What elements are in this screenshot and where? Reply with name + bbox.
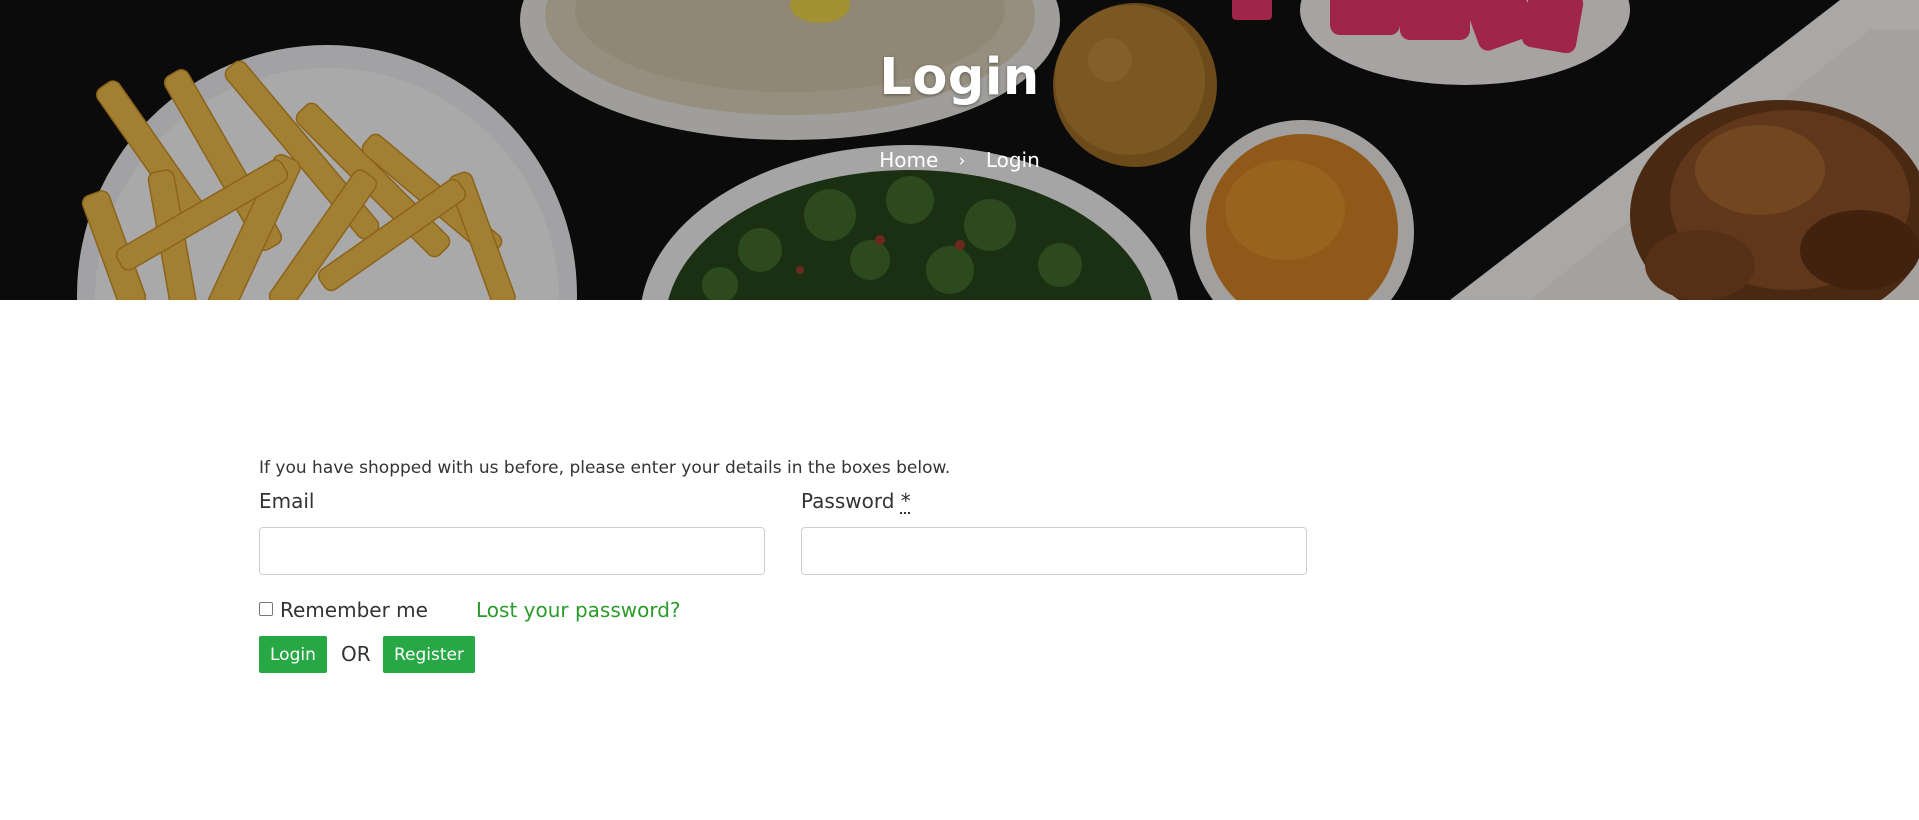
register-button[interactable]: Register [383, 636, 475, 673]
login-intro-text: If you have shopped with us before, plea… [259, 458, 951, 478]
password-label-text: Password [801, 489, 895, 513]
breadcrumb-current: Login [985, 148, 1040, 172]
lost-password-link[interactable]: Lost your password? [476, 598, 681, 622]
breadcrumb-home-link[interactable]: Home [879, 148, 938, 172]
required-marker: * [900, 489, 911, 513]
hero-banner: Login Home › Login [0, 0, 1919, 300]
remember-me-checkbox[interactable] [259, 602, 273, 616]
page-title: Login [879, 48, 1040, 107]
or-separator: OR [341, 642, 371, 666]
password-label: Password * [801, 489, 911, 513]
email-field[interactable] [259, 527, 765, 575]
breadcrumb: Home › Login [0, 148, 1919, 172]
remember-me[interactable]: Remember me [259, 598, 428, 622]
remember-me-label: Remember me [280, 598, 428, 622]
breadcrumb-separator-icon: › [958, 151, 966, 171]
email-label: Email [259, 489, 315, 513]
login-button[interactable]: Login [259, 636, 327, 673]
password-field[interactable] [801, 527, 1307, 575]
